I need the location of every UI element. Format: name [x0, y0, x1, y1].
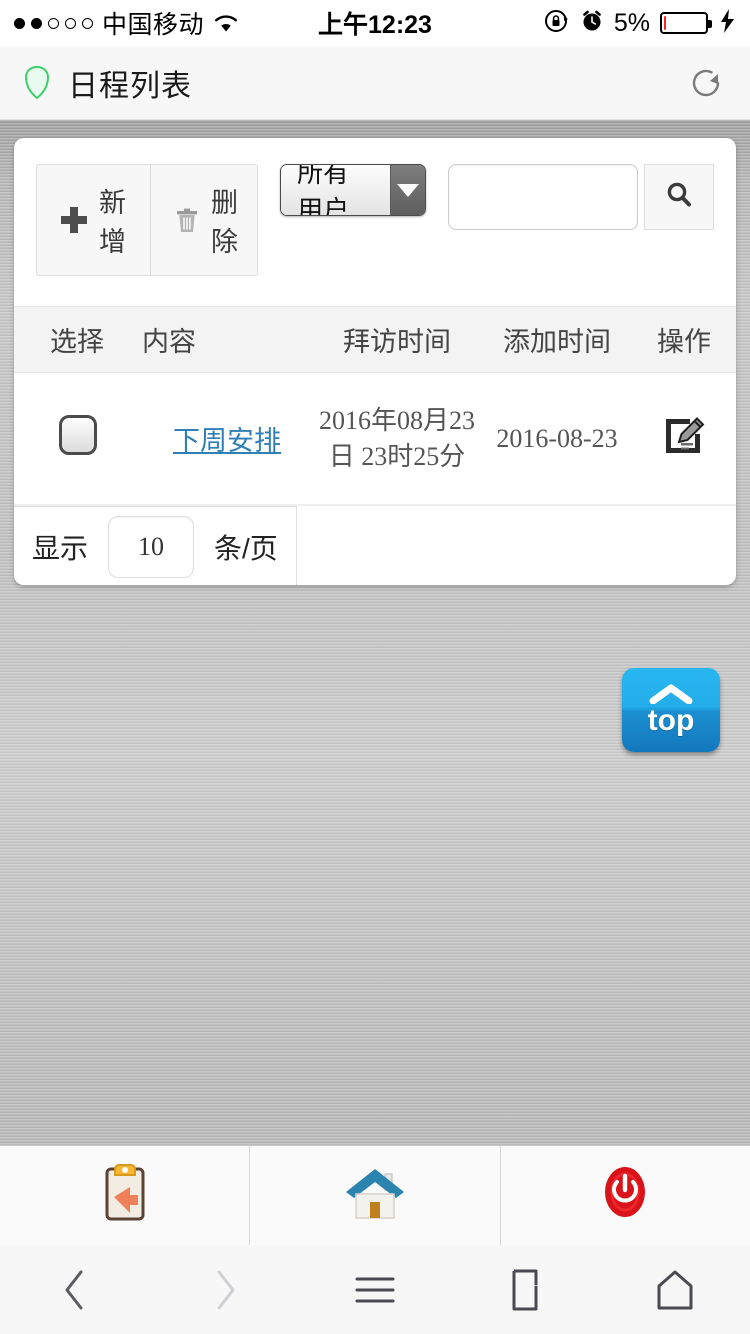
clipboard-back-icon: [94, 1161, 156, 1230]
row-select-cell: [14, 415, 142, 462]
page-size-prefix: 显示: [32, 532, 89, 564]
column-header-add-time: 添加时间: [503, 327, 611, 357]
signal-dot-1: [14, 17, 25, 29]
row-action-cell: [632, 412, 736, 465]
status-bar-right: 5%: [544, 8, 736, 39]
user-filter-wrap: 所有用户: [280, 164, 426, 216]
browser-nav-bar: [0, 1245, 750, 1334]
row-visit-time: 2016年08月23日 23时25分: [318, 405, 475, 471]
action-button-group: 新增 删除: [36, 164, 259, 276]
delete-button[interactable]: 删除: [151, 165, 258, 275]
nav-menu-button[interactable]: [300, 1270, 450, 1310]
page-size-suffix: 条/页: [214, 532, 278, 564]
user-filter-select[interactable]: 所有用户: [280, 164, 426, 216]
signal-dot-3: [48, 17, 59, 29]
wifi-icon: [213, 13, 239, 33]
alarm-icon: [580, 9, 604, 38]
nav-home-button[interactable]: [600, 1266, 750, 1314]
refresh-icon[interactable]: [684, 61, 728, 105]
list-toolbar: 新增 删除 所有用户: [14, 138, 736, 306]
carrier-label: 中国移动: [102, 11, 205, 39]
table-row: 下周安排 2016年08月23日 23时25分 2016-08-23: [14, 373, 736, 505]
battery-icon: [660, 12, 712, 34]
pagination-spacer: [297, 506, 736, 585]
row-content-link[interactable]: 下周安排: [173, 426, 281, 456]
rotation-lock-icon: [544, 8, 570, 39]
nav-back-button[interactable]: [0, 1267, 150, 1313]
nav-forward-button: [150, 1267, 300, 1313]
add-button-label: 新增: [99, 188, 126, 257]
chevron-up-icon: [649, 684, 693, 705]
phone-screen: 中国移动 上午12:23 5% 日程列表 新增 删除 所有用户 选择 内容 拜访…: [0, 0, 750, 1334]
column-header-content: 内容: [142, 327, 196, 357]
delete-button-label: 删除: [211, 188, 238, 257]
add-button[interactable]: 新增: [37, 165, 151, 275]
page-title: 日程列表: [68, 69, 192, 103]
table-header-row: 选择 内容 拜访时间 添加时间 操作: [14, 306, 736, 373]
page-size-input[interactable]: [108, 515, 195, 578]
pagination-footer: 显示 条/页: [14, 505, 736, 585]
row-content-cell: 下周安排: [142, 419, 312, 458]
status-bar: 中国移动 上午12:23 5%: [0, 0, 750, 46]
back-to-top-label: top: [647, 704, 695, 737]
search-button[interactable]: [644, 164, 714, 230]
row-checkbox[interactable]: [59, 415, 97, 455]
page-size-control: 显示 条/页: [14, 506, 297, 585]
battery-percent-label: 5%: [613, 8, 650, 37]
search-icon: [662, 178, 696, 217]
app-tab-logout[interactable]: [501, 1146, 750, 1245]
column-header-visit-time: 拜访时间: [343, 327, 451, 357]
nav-tabs-button[interactable]: [450, 1265, 600, 1315]
web-page-viewport: 新增 删除 所有用户 选择 内容 拜访时间 添加时间 操作 下周安排 2016年…: [0, 120, 750, 1145]
search-input[interactable]: [448, 164, 638, 230]
row-add-time: 2016-08-23: [496, 423, 618, 453]
chevron-down-icon[interactable]: [390, 165, 425, 215]
back-to-top-button[interactable]: top: [622, 668, 720, 752]
charging-bolt-icon: [718, 8, 736, 39]
signal-dot-4: [65, 17, 76, 29]
app-tab-records[interactable]: [0, 1146, 251, 1245]
content-card: 新增 删除 所有用户 选择 内容 拜访时间 添加时间 操作 下周安排 2016年…: [14, 138, 736, 585]
app-bottom-toolbar: [0, 1145, 750, 1245]
green-shield-icon: [22, 65, 52, 101]
signal-strength-dots: [14, 17, 93, 29]
search-area: [448, 164, 714, 230]
browser-header: 日程列表: [0, 46, 750, 120]
signal-dot-2: [31, 17, 42, 29]
status-bar-left: 中国移动: [14, 5, 239, 41]
house-icon: [342, 1162, 408, 1229]
app-tab-home[interactable]: [250, 1146, 501, 1245]
column-header-select: 选择: [50, 327, 104, 357]
user-filter-value: 所有用户: [281, 165, 391, 215]
power-icon: [595, 1161, 655, 1230]
column-header-action: 操作: [657, 327, 711, 357]
trash-icon: [175, 207, 199, 234]
edit-pencil-icon[interactable]: [661, 412, 707, 458]
signal-dot-5: [82, 17, 93, 29]
plus-icon: [61, 207, 87, 233]
